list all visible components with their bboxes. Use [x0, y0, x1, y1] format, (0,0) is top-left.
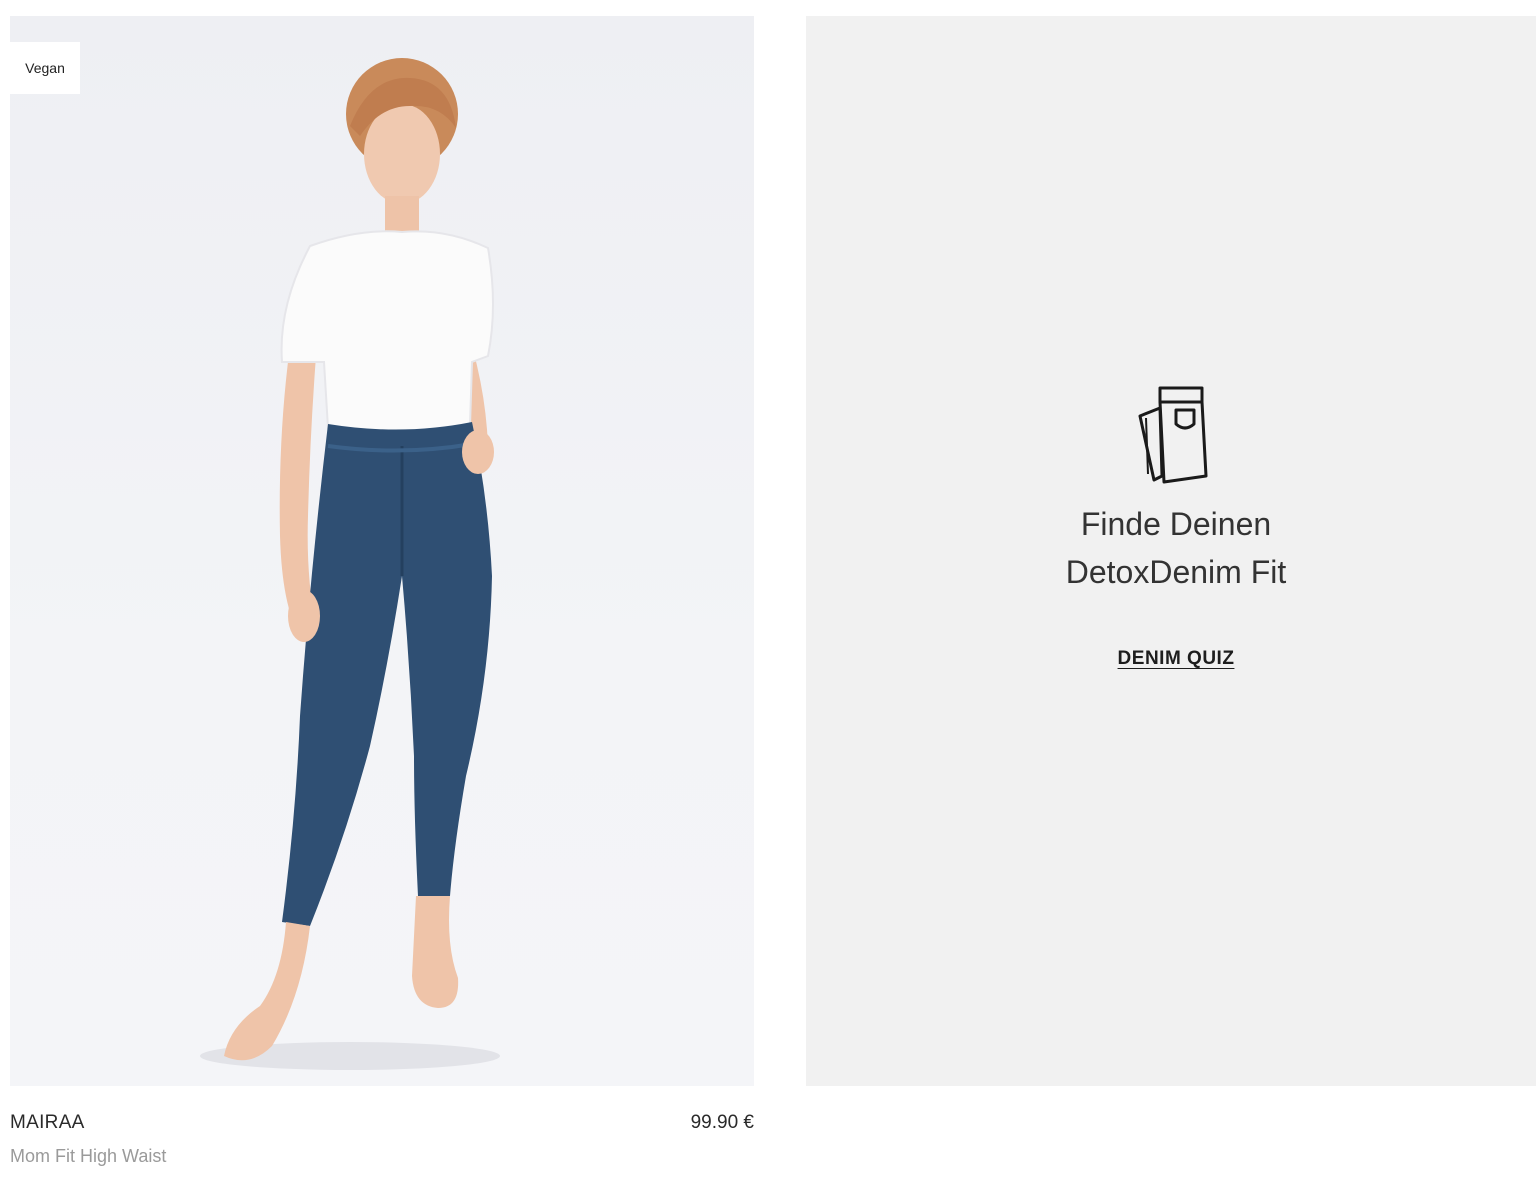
denim-quiz-tile[interactable]: Finde Deinen DetoxDenim Fit DENIM QUIZ: [806, 16, 1536, 1086]
quiz-heading-line-2: DetoxDenim Fit: [1065, 554, 1287, 590]
product-image[interactable]: Vegan: [10, 16, 754, 1086]
quiz-heading-line-1: Finde Deinen: [1080, 506, 1272, 542]
product-subtitle: Mom Fit High Waist: [10, 1146, 167, 1166]
product-name[interactable]: MAIRAA: [10, 1112, 85, 1134]
quiz-heading: Finde Deinen DetoxDenim Fit: [806, 500, 1536, 596]
vegan-badge: Vegan: [10, 42, 80, 94]
product-price: 99.90 €: [690, 1112, 754, 1133]
denim-quiz-link[interactable]: DENIM QUIZ: [1118, 648, 1235, 669]
jeans-icon: [1138, 386, 1208, 484]
model-photo: [200, 58, 500, 1070]
product-card[interactable]: Vegan MAIRAA Mom Fit High Waist 99.90 €: [10, 16, 754, 1176]
